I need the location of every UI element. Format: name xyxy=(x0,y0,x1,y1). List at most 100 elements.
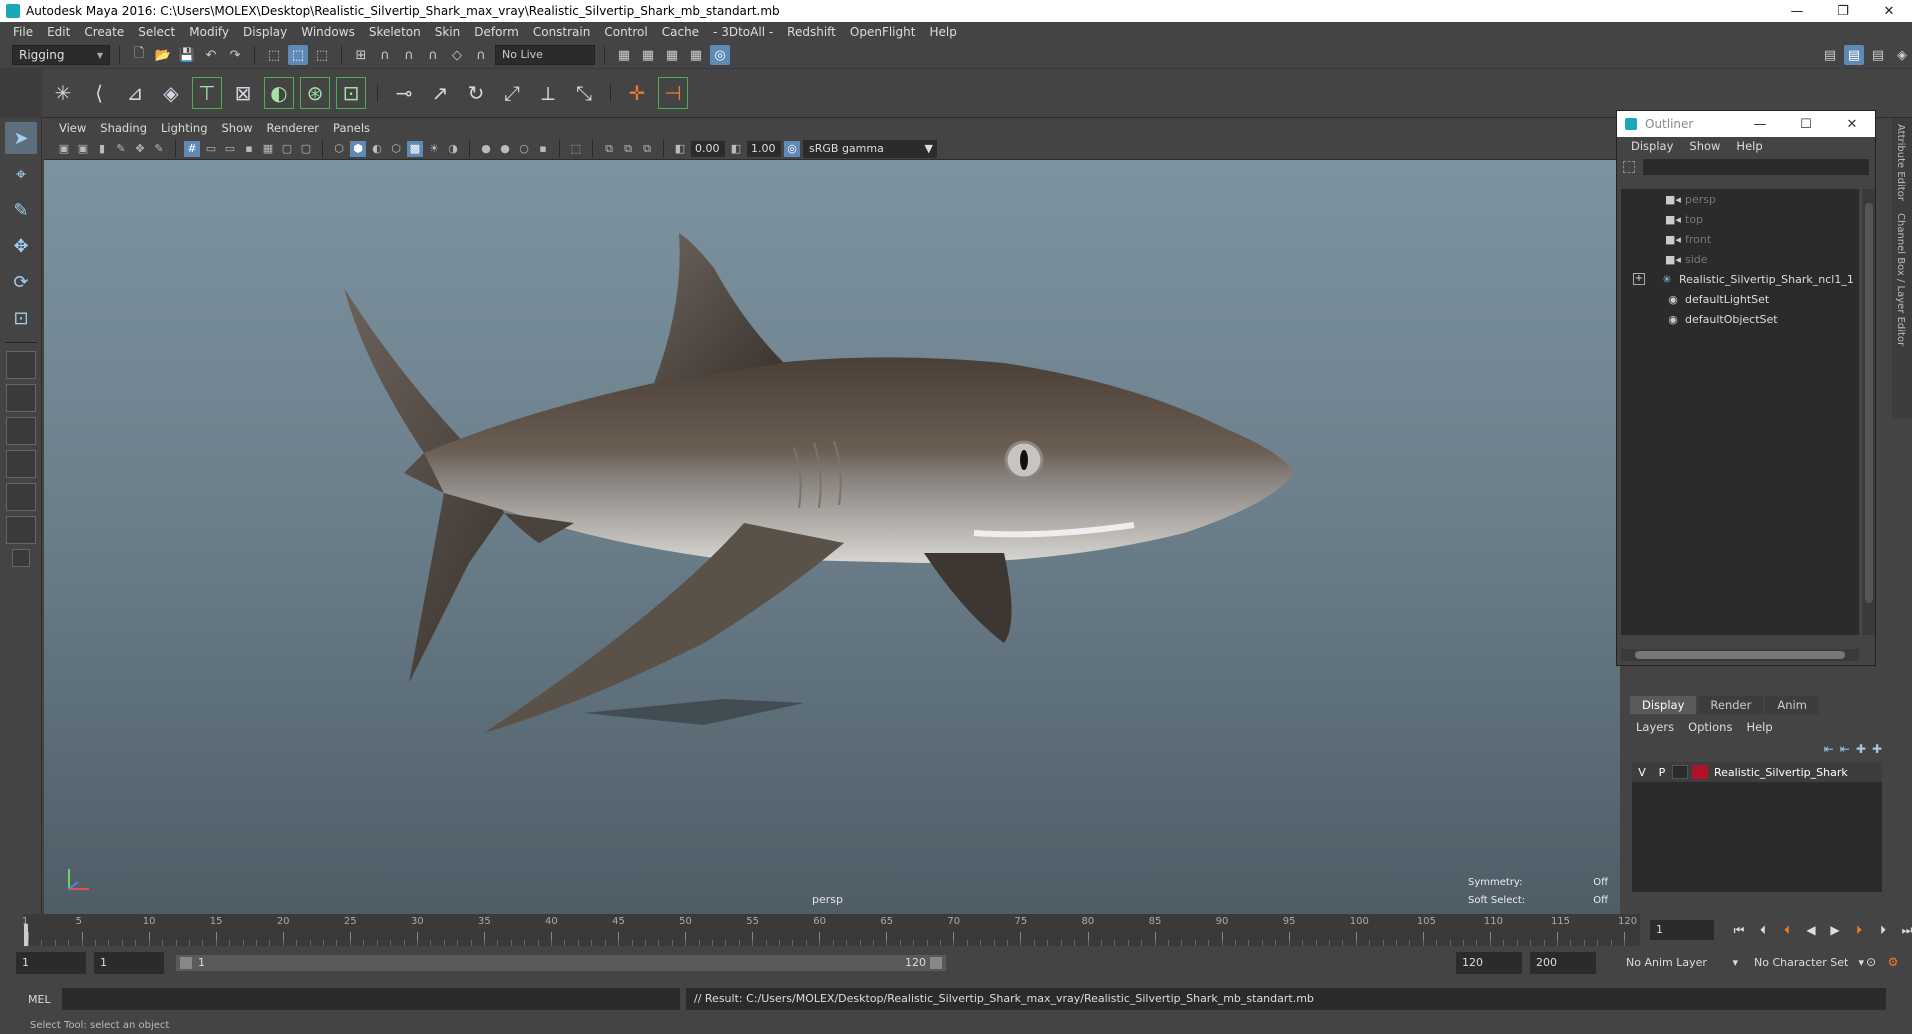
open-scene-icon[interactable]: 📂 xyxy=(153,45,173,65)
preferences-icon[interactable]: ⚙ xyxy=(1884,952,1902,972)
camera-attributes-icon[interactable]: ▣ xyxy=(75,141,91,157)
outliner-minimize-button[interactable]: — xyxy=(1737,117,1783,132)
motion-blur-icon[interactable]: ● xyxy=(497,141,513,157)
layer-menu-help[interactable]: Help xyxy=(1746,720,1772,734)
safe-action-icon[interactable]: ▢ xyxy=(279,141,295,157)
move-layer-up-icon[interactable]: ⇤ xyxy=(1824,742,1834,756)
xray-joints-icon[interactable]: ⧉ xyxy=(620,141,636,157)
step-forward-key-icon[interactable]: ⏵ xyxy=(1850,920,1868,940)
lasso-tool-icon[interactable]: ⌖ xyxy=(5,158,37,190)
play-forwards-icon[interactable]: ▶ xyxy=(1826,920,1844,940)
xray-icon[interactable]: ⧉ xyxy=(601,141,617,157)
orient-joint-icon[interactable]: ⊤ xyxy=(192,77,222,109)
menu-3dtoall[interactable]: - 3DtoAll - xyxy=(706,25,780,39)
menu-skin[interactable]: Skin xyxy=(428,25,468,39)
range-bar[interactable]: 1 120 xyxy=(176,955,946,971)
range-start-handle[interactable] xyxy=(180,957,192,969)
grease-pencil-icon[interactable]: ✎ xyxy=(151,141,167,157)
select-hierarchy-icon[interactable]: ⬚ xyxy=(264,45,284,65)
ambient-occlusion-icon[interactable]: ● xyxy=(478,141,494,157)
channel-box-toggle-icon[interactable]: ▤ xyxy=(1844,45,1864,65)
playback-start-field[interactable]: 1 xyxy=(94,952,164,974)
anti-aliasing-icon[interactable]: ○ xyxy=(516,141,532,157)
close-button[interactable]: ✕ xyxy=(1866,4,1912,19)
cluster-icon[interactable]: ⊛ xyxy=(300,77,330,109)
range-end-handle[interactable] xyxy=(930,957,942,969)
anim-layer-dropdown[interactable]: No Anim Layer ▾ xyxy=(1620,952,1742,974)
outliner-maximize-button[interactable]: ☐ xyxy=(1783,117,1829,132)
menu-openflight[interactable]: OpenFlight xyxy=(843,25,923,39)
single-pane-layout-icon[interactable] xyxy=(6,351,36,379)
outliner-persp-layout-icon[interactable] xyxy=(6,450,36,478)
depth-of-field-icon[interactable]: ▪ xyxy=(535,141,551,157)
wireframe-on-shaded-icon[interactable]: ⬡ xyxy=(388,141,404,157)
grid-icon[interactable]: # xyxy=(184,140,200,157)
undo-icon[interactable]: ↶ xyxy=(201,45,221,65)
tool-settings-toggle-icon[interactable]: ▤ xyxy=(1868,45,1888,65)
set-driven-key-icon[interactable]: ⊣ xyxy=(658,77,688,109)
gate-mask-icon[interactable]: ▪ xyxy=(241,141,257,157)
tab-display[interactable]: Display xyxy=(1630,696,1697,714)
shelf-tab-menu[interactable] xyxy=(0,69,42,119)
menu-help[interactable]: Help xyxy=(922,25,963,39)
outliner-item-shark[interactable]: + ✳ Realistic_Silvertip_Shark_ncl1_1 xyxy=(1621,269,1859,289)
snap-surface-icon[interactable]: ◇ xyxy=(447,45,467,65)
step-forward-frame-icon[interactable]: ⏵ xyxy=(1874,920,1892,940)
pole-vector-icon[interactable]: ⤡ xyxy=(569,77,599,109)
current-frame-field[interactable]: 1 xyxy=(1650,920,1714,940)
lattice-icon[interactable]: ◐ xyxy=(264,77,294,109)
render-frame-icon[interactable]: ▦ xyxy=(662,45,682,65)
menu-set-dropdown[interactable]: Rigging ▼ xyxy=(12,45,110,65)
field-chart-icon[interactable]: ▦ xyxy=(260,141,276,157)
isolate-select-icon[interactable]: ⬚ xyxy=(568,141,584,157)
scroll-thumb[interactable] xyxy=(1865,203,1873,603)
outliner-item-front[interactable]: ■◂ front xyxy=(1621,229,1859,249)
render-settings-icon[interactable]: ▦ xyxy=(614,45,634,65)
view-transform-dropdown[interactable]: sRGB gamma ▼ xyxy=(803,139,937,158)
outliner-search-input[interactable] xyxy=(1643,159,1869,175)
new-layer-selected-icon[interactable]: ✚ xyxy=(1872,742,1882,756)
channel-box-tab[interactable]: Channel Box / Layer Editor xyxy=(1892,207,1909,352)
shark-model[interactable] xyxy=(284,213,1564,833)
outliner-item-top[interactable]: ■◂ top xyxy=(1621,209,1859,229)
script-language-toggle[interactable]: MEL xyxy=(28,993,51,1006)
camera-select-icon[interactable]: ▣ xyxy=(56,141,72,157)
go-to-start-icon[interactable]: ⏮ xyxy=(1730,920,1748,940)
exposure-icon[interactable]: ◧ xyxy=(672,141,688,157)
redo-icon[interactable]: ↷ xyxy=(225,45,245,65)
bind-skin-icon[interactable]: ⊠ xyxy=(228,77,258,109)
time-ruler[interactable]: 1 5 10 15 20 25 30 35 40 45 50 55 60 65 70 75 80 85 90 95 10… xyxy=(22,914,1640,946)
attribute-editor-tab[interactable]: Attribute Editor xyxy=(1892,118,1909,207)
resolution-gate-icon[interactable]: ▭ xyxy=(222,141,238,157)
wire-deformer-icon[interactable]: ⊡ xyxy=(336,77,366,109)
shadows-icon[interactable]: ◑ xyxy=(445,141,461,157)
outliner-item-side[interactable]: ■◂ side xyxy=(1621,249,1859,269)
menu-create[interactable]: Create xyxy=(77,25,131,39)
outliner-item-default-object-set[interactable]: ◉ defaultObjectSet xyxy=(1621,309,1859,329)
move-layer-down-icon[interactable]: ⇤ xyxy=(1840,742,1850,756)
scale-constraint-icon[interactable]: ⤢ xyxy=(497,77,527,109)
menu-select[interactable]: Select xyxy=(131,25,182,39)
outliner-close-button[interactable]: ✕ xyxy=(1829,117,1875,132)
paint-select-tool-icon[interactable]: ✎ xyxy=(5,194,37,226)
scale-tool-icon[interactable]: ⊡ xyxy=(5,302,37,334)
scroll-thumb[interactable] xyxy=(1635,651,1845,659)
panel-menu-view[interactable]: View xyxy=(52,121,93,135)
layer-playback-toggle[interactable]: P xyxy=(1652,766,1672,779)
menu-redshift[interactable]: Redshift xyxy=(780,25,843,39)
panel-menu-shading[interactable]: Shading xyxy=(93,121,154,135)
textured-icon[interactable]: ▩ xyxy=(407,140,423,157)
ipr-render-icon[interactable]: ▦ xyxy=(686,45,706,65)
outliner-horizontal-scrollbar[interactable] xyxy=(1621,649,1859,661)
locator-icon[interactable]: ✛ xyxy=(622,77,652,109)
xray-active-components-icon[interactable]: ⧉ xyxy=(639,141,655,157)
point-constraint-icon[interactable]: ⊸ xyxy=(389,77,419,109)
outliner-item-default-light-set[interactable]: ◉ defaultLightSet xyxy=(1621,289,1859,309)
four-pane-layout-icon[interactable] xyxy=(6,384,36,412)
ik-handle-icon[interactable]: ⟨ xyxy=(84,77,114,109)
smooth-shade-icon[interactable]: ⬢ xyxy=(350,140,366,157)
panel-menu-show[interactable]: Show xyxy=(215,121,260,135)
panel-menu-lighting[interactable]: Lighting xyxy=(154,121,214,135)
panel-menu-renderer[interactable]: Renderer xyxy=(260,121,327,135)
save-scene-icon[interactable]: 💾 xyxy=(177,45,197,65)
